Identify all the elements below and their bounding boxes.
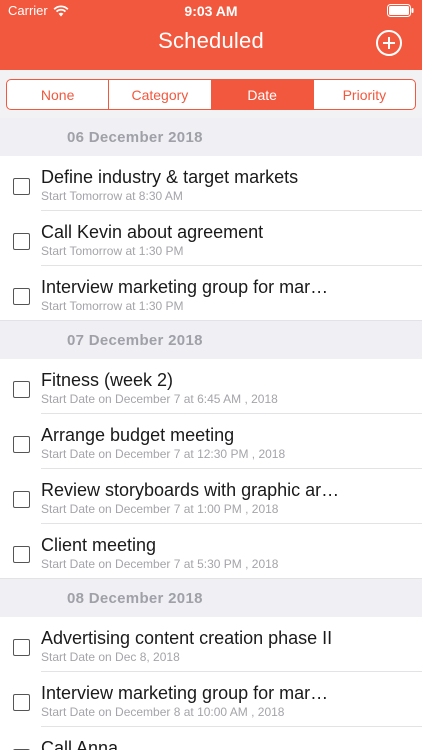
segment-none[interactable]: None [7, 80, 110, 109]
segment-category[interactable]: Category [109, 80, 212, 109]
battery-icon [387, 4, 414, 17]
task-start-date: Start Tomorrow at 1:30 PM [41, 244, 184, 258]
task-title: Fitness (week 2) [41, 370, 174, 390]
section-header: 06 December 2018 [0, 118, 422, 156]
task-start-date: Start Date on December 8 at 10:00 AM , 2… [41, 705, 285, 719]
status-time: 9:03 AM [184, 3, 238, 19]
task-checkbox[interactable] [13, 491, 30, 508]
task-checkbox[interactable] [13, 178, 30, 195]
task-row[interactable]: Interview marketing group for mar… Start … [0, 672, 422, 727]
task-checkbox[interactable] [13, 288, 30, 305]
task-row[interactable]: Call Anna [0, 727, 422, 750]
task-row[interactable]: Advertising content creation phase II Sta… [0, 617, 422, 672]
task-checkbox[interactable] [13, 694, 30, 711]
section-header: 08 December 2018 [0, 579, 422, 617]
nav-header: Carrier 9:03 AM Scheduled [0, 0, 422, 70]
task-start-date: Start Date on Dec 8, 2018 [41, 650, 180, 664]
task-title: Advertising content creation phase II [41, 628, 333, 648]
add-circle-icon[interactable] [376, 30, 402, 56]
row-divider [0, 578, 422, 579]
group-by-bar: None Category Date Priority [0, 70, 422, 118]
task-row[interactable]: Arrange budget meeting Start Date on Dece… [0, 414, 422, 469]
task-checkbox[interactable] [13, 546, 30, 563]
task-title: Arrange budget meeting [41, 425, 235, 445]
task-start-date: Start Tomorrow at 1:30 PM [41, 299, 184, 313]
task-row[interactable]: Review storyboards with graphic ar… Start… [0, 469, 422, 524]
task-checkbox[interactable] [13, 639, 30, 656]
task-title: Review storyboards with graphic ar… [41, 480, 340, 500]
task-start-date: Start Date on December 7 at 12:30 PM , 2… [41, 447, 286, 461]
task-start-date: Start Date on December 7 at 5:30 PM , 20… [41, 557, 279, 571]
group-by-segmented-control: None Category Date Priority [6, 79, 416, 110]
segment-date[interactable]: Date [211, 80, 314, 109]
section-header: 07 December 2018 [0, 321, 422, 359]
task-start-date: Start Date on December 7 at 1:00 PM , 20… [41, 502, 279, 516]
task-row[interactable]: Define industry & target markets Start To… [0, 156, 422, 211]
task-row[interactable]: Interview marketing group for mar… Start … [0, 266, 422, 321]
task-title: Call Anna [41, 738, 119, 750]
task-start-date: Start Tomorrow at 8:30 AM [41, 189, 183, 203]
scheduled-task-list[interactable]: 06 December 2018 Define industry & target… [0, 118, 422, 750]
task-title: Interview marketing group for mar… [41, 683, 329, 703]
status-bar: Carrier 9:03 AM [0, 0, 422, 22]
row-divider [0, 320, 422, 321]
task-row[interactable]: Client meeting Start Date on December 7 a… [0, 524, 422, 579]
task-title: Call Kevin about agreement [41, 222, 264, 242]
task-row[interactable]: Call Kevin about agreement Start Tomorrow… [0, 211, 422, 266]
task-title: Client meeting [41, 535, 157, 555]
segment-priority[interactable]: Priority [314, 80, 415, 109]
task-checkbox[interactable] [13, 381, 30, 398]
task-start-date: Start Date on December 7 at 6:45 AM , 20… [41, 392, 278, 406]
task-title: Interview marketing group for mar… [41, 277, 329, 297]
task-row[interactable]: Fitness (week 2) Start Date on December 7… [0, 359, 422, 414]
task-checkbox[interactable] [13, 233, 30, 250]
task-checkbox[interactable] [13, 436, 30, 453]
page-title: Scheduled [158, 28, 264, 53]
task-title: Define industry & target markets [41, 167, 299, 187]
